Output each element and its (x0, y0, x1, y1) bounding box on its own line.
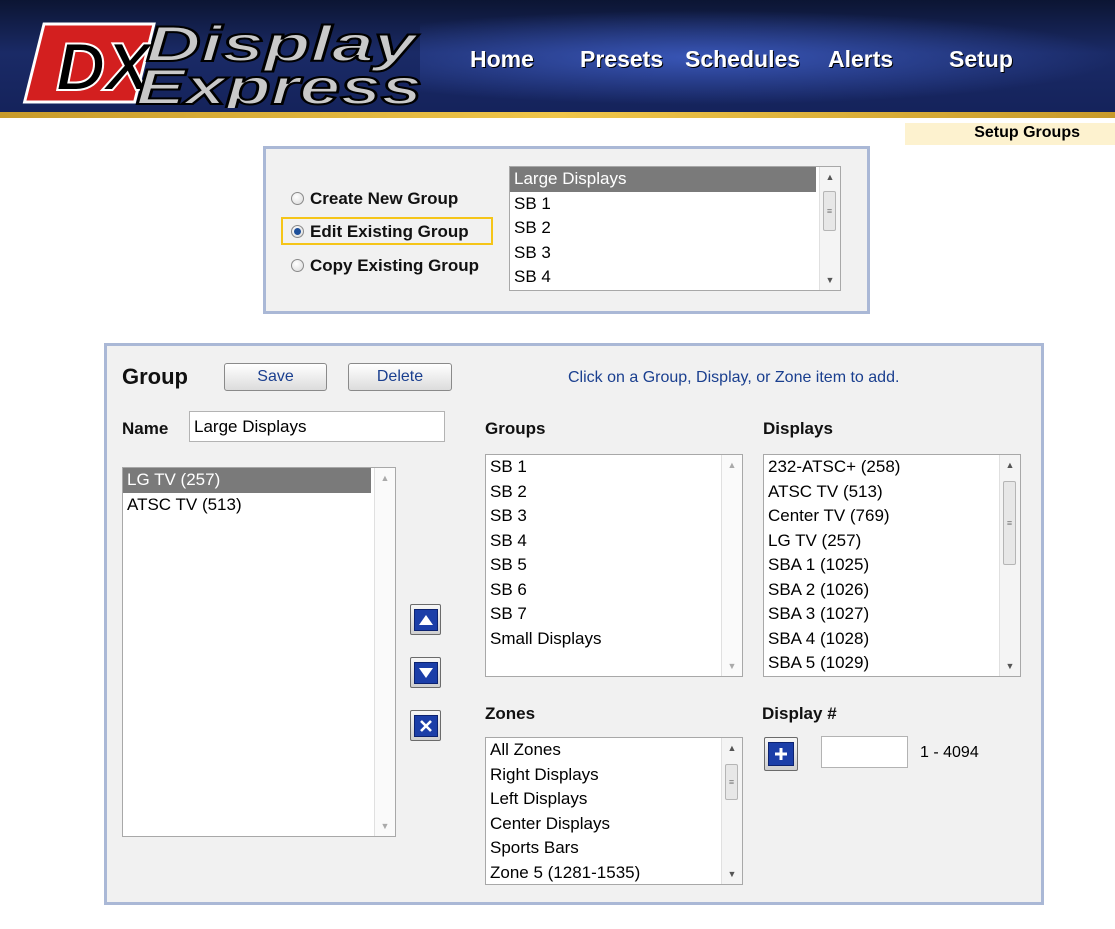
list-item[interactable]: SB 6 (486, 578, 742, 603)
list-item[interactable]: SB 3 (510, 241, 840, 266)
list-item[interactable]: SB 2 (510, 216, 840, 241)
logo-line2: Express (136, 59, 422, 108)
list-item[interactable]: SBA 3 (1027) (764, 602, 1020, 627)
scroll-down-icon[interactable]: ▼ (722, 658, 742, 674)
name-label: Name (122, 419, 169, 438)
scrollbar[interactable]: ▲ ▼ (721, 455, 742, 676)
list-item[interactable]: LG TV (257) (123, 468, 371, 493)
add-icon (768, 742, 794, 766)
displays-label: Displays (763, 419, 833, 438)
list-item[interactable]: Sports Bars (486, 836, 742, 861)
list-item[interactable]: ATSC TV (513) (764, 480, 1020, 505)
scroll-thumb[interactable]: ≡ (1003, 481, 1016, 565)
scroll-down-icon[interactable]: ▼ (1000, 658, 1020, 674)
list-item[interactable]: Large Displays (510, 167, 816, 192)
group-name-input[interactable] (189, 411, 445, 442)
scroll-up-icon[interactable]: ▲ (820, 169, 840, 185)
zones-label: Zones (485, 704, 536, 723)
nav-alerts[interactable]: Alerts (828, 46, 893, 73)
list-item[interactable]: Center Displays (486, 812, 742, 837)
nav-presets[interactable]: Presets (580, 46, 663, 73)
list-item[interactable]: SB 3 (486, 504, 742, 529)
display-number-label: Display # (762, 704, 837, 723)
scrollbar[interactable]: ▲ ≡ ▼ (819, 167, 840, 290)
list-item[interactable]: SB 5 (486, 553, 742, 578)
list-item[interactable]: Left Displays (486, 787, 742, 812)
add-hint: Click on a Group, Display, or Zone item … (568, 369, 900, 386)
list-item[interactable]: Center TV (769) (764, 504, 1020, 529)
scroll-down-icon[interactable]: ▼ (375, 818, 395, 834)
existing-groups-listbox[interactable]: Large Displays SB 1 SB 2 SB 3 SB 4 ▲ ≡ ▼ (509, 166, 841, 291)
remove-icon (413, 714, 438, 737)
list-item[interactable]: LG TV (257) (764, 529, 1020, 554)
scroll-down-icon[interactable]: ▼ (722, 866, 742, 882)
group-panel-title: Group (122, 364, 188, 389)
list-item[interactable]: Small Displays (486, 627, 742, 652)
list-item[interactable]: SB 1 (486, 455, 742, 480)
scroll-up-icon[interactable]: ▲ (375, 470, 395, 486)
radio-label: Copy Existing Group (310, 256, 480, 275)
groups-listbox[interactable]: SB 1 SB 2 SB 3 SB 4 SB 5 SB 6 SB 7 Small… (485, 454, 743, 677)
scroll-up-icon[interactable]: ▲ (722, 457, 742, 473)
scroll-up-icon[interactable]: ▲ (722, 740, 742, 756)
display-number-range: 1 - 4094 (920, 744, 979, 761)
nav-home[interactable]: Home (470, 46, 534, 73)
move-up-button[interactable] (410, 604, 441, 635)
list-item[interactable]: SB 1 (510, 192, 840, 217)
radio-button-icon[interactable] (291, 259, 304, 272)
list-item[interactable]: SB 4 (510, 265, 840, 290)
list-item[interactable]: 232-ATSC+ (258) (764, 455, 1020, 480)
list-item[interactable]: SB 7 (486, 602, 742, 627)
scrollbar[interactable]: ▲ ≡ ▼ (721, 738, 742, 884)
list-item[interactable]: SB 2 (486, 480, 742, 505)
page-title: Setup Groups (974, 124, 1080, 141)
scrollbar[interactable]: ▲ ≡ ▼ (999, 455, 1020, 676)
list-item[interactable]: Zone 5 (1281-1535) (486, 861, 742, 885)
displays-listbox[interactable]: 232-ATSC+ (258) ATSC TV (513) Center TV … (763, 454, 1021, 677)
list-item[interactable]: Right Displays (486, 763, 742, 788)
display-express-logo[interactable]: DX Display Express (18, 16, 426, 108)
scroll-thumb[interactable]: ≡ (725, 764, 738, 800)
groups-label: Groups (485, 419, 546, 438)
add-display-button[interactable] (764, 737, 798, 771)
move-up-icon (413, 608, 438, 631)
display-number-input[interactable] (821, 736, 908, 768)
radio-edit-existing-group[interactable]: Edit Existing Group (291, 222, 469, 242)
scroll-up-icon[interactable]: ▲ (1000, 457, 1020, 473)
remove-button[interactable] (410, 710, 441, 741)
list-item[interactable]: ATSC TV (513) (123, 493, 395, 518)
list-item[interactable]: SB 4 (486, 529, 742, 554)
zones-listbox[interactable]: All Zones Right Displays Left Displays C… (485, 737, 743, 885)
list-item[interactable]: SBA 1 (1025) (764, 553, 1020, 578)
delete-button[interactable]: Delete (348, 363, 452, 391)
list-item[interactable]: All Zones (486, 738, 742, 763)
scrollbar[interactable]: ▲ ▼ (374, 468, 395, 836)
radio-label: Create New Group (310, 189, 459, 208)
nav-schedules[interactable]: Schedules (685, 46, 800, 73)
move-down-icon (413, 661, 438, 684)
nav-setup[interactable]: Setup (949, 46, 1013, 73)
radio-label: Edit Existing Group (310, 222, 469, 241)
radio-copy-existing-group[interactable]: Copy Existing Group (291, 256, 479, 276)
radio-button-selected-icon[interactable] (291, 225, 304, 238)
move-down-button[interactable] (410, 657, 441, 688)
radio-button-icon[interactable] (291, 192, 304, 205)
radio-create-new-group[interactable]: Create New Group (291, 189, 458, 209)
scroll-down-icon[interactable]: ▼ (820, 272, 840, 288)
header-stripe (0, 112, 1115, 118)
group-members-listbox[interactable]: LG TV (257) ATSC TV (513) ▲ ▼ (122, 467, 396, 837)
save-button[interactable]: Save (224, 363, 327, 391)
scroll-thumb[interactable]: ≡ (823, 191, 836, 231)
list-item[interactable]: SBA 5 (1029) (764, 651, 1020, 676)
list-item[interactable]: SBA 2 (1026) (764, 578, 1020, 603)
list-item[interactable]: SBA 4 (1028) (764, 627, 1020, 652)
